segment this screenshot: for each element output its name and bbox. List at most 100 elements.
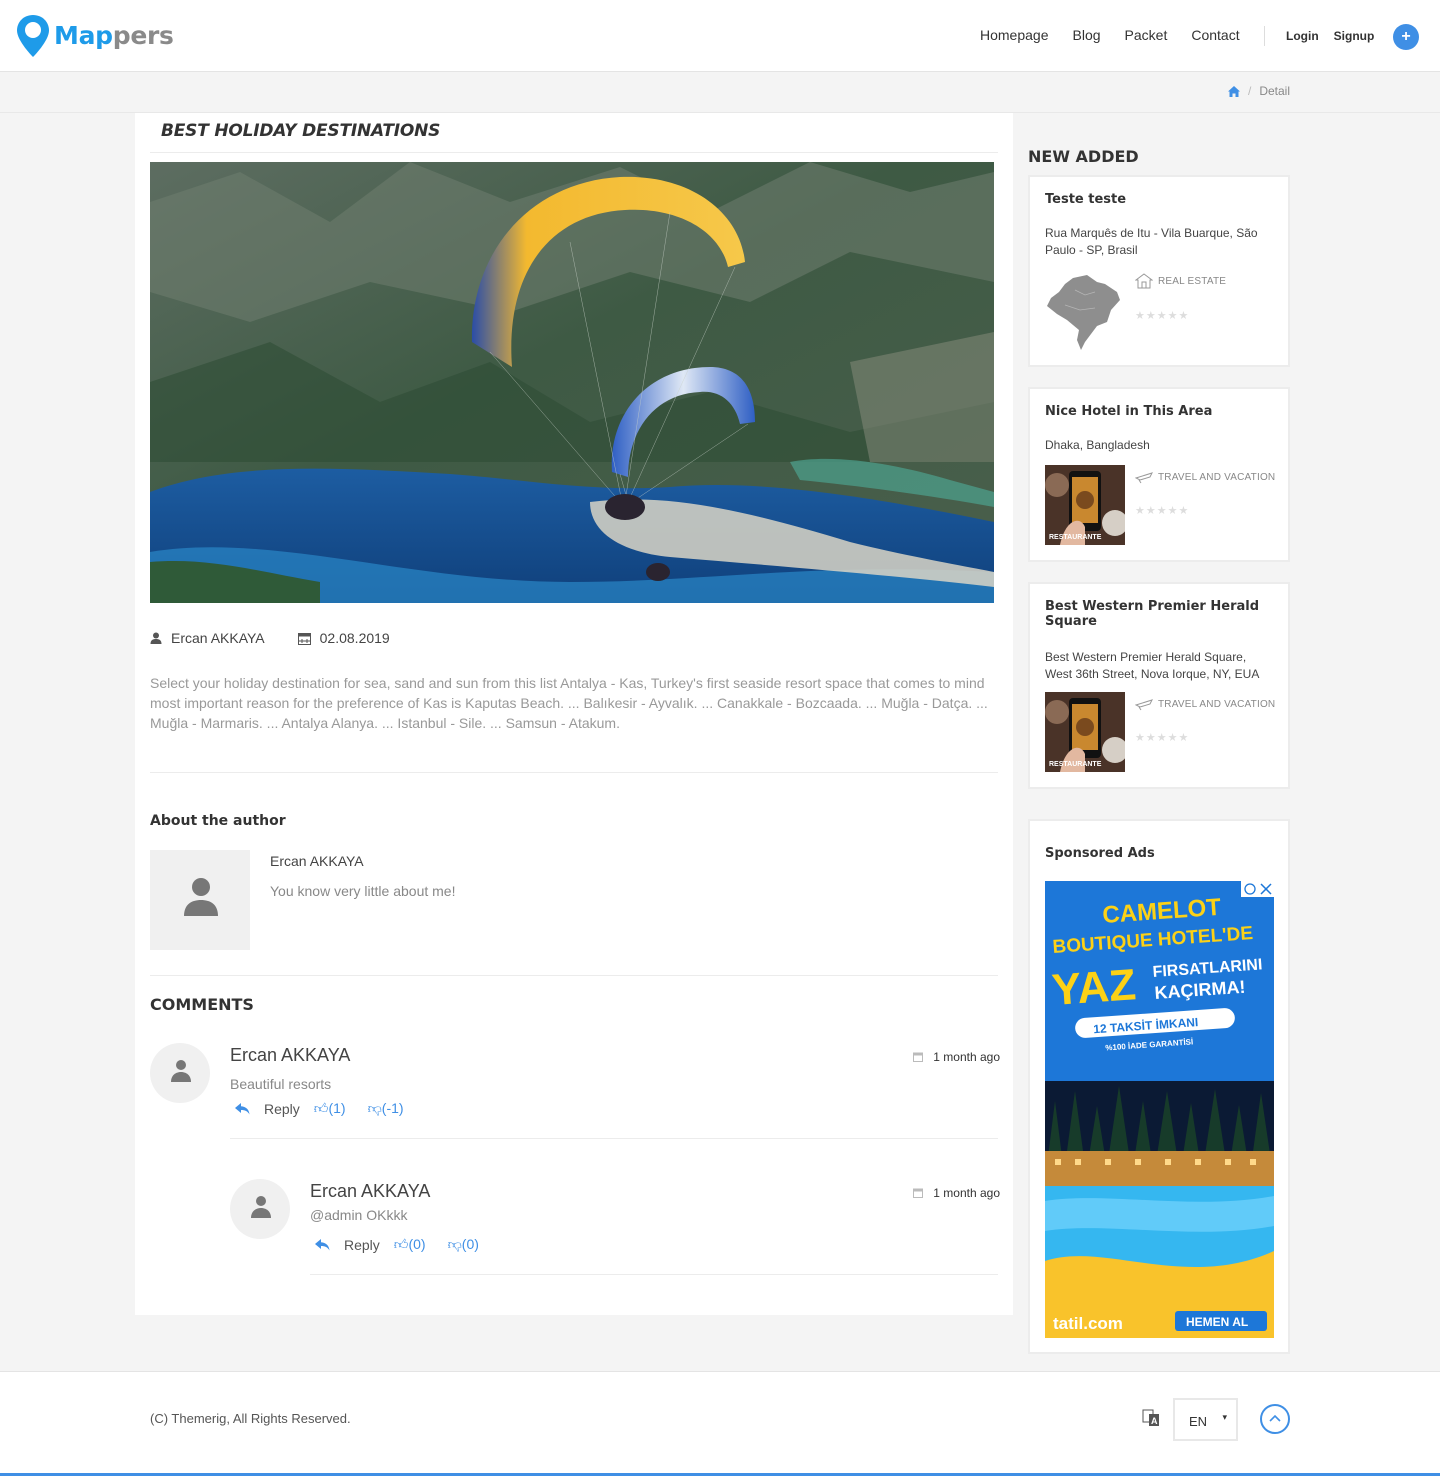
- breadcrumb: / Detail: [1227, 84, 1290, 98]
- thumb-label: RESTAURANTE: [1049, 534, 1102, 541]
- like-button[interactable]: 👍︎(0): [394, 1236, 426, 1253]
- calendar-icon: [913, 1188, 924, 1198]
- post-date: 02.08.2019: [319, 630, 390, 646]
- nav-packet[interactable]: Packet: [1125, 27, 1168, 43]
- comment-time: 1 month ago: [913, 1050, 1000, 1064]
- signup-link[interactable]: Signup: [1334, 29, 1375, 43]
- divider: [150, 772, 998, 773]
- divider: [150, 152, 998, 153]
- comments-heading: COMMENTS: [150, 995, 254, 1014]
- divider: [310, 1274, 998, 1275]
- thumb-label: RESTAURANTE: [1049, 761, 1102, 768]
- map-pin-icon: [17, 15, 49, 57]
- listing-thumbnail[interactable]: [1045, 270, 1125, 350]
- listing-card[interactable]: Nice Hotel in This Area Dhaka, Banglades…: [1028, 387, 1290, 562]
- post-body: Select your holiday destination for sea,…: [150, 675, 988, 731]
- page-title: BEST HOLIDAY DESTINATIONS: [161, 121, 441, 141]
- post-meta: Ercan AKKAYA 02.08.2019: [150, 630, 423, 646]
- comment-text: @admin OKkkk: [310, 1207, 408, 1223]
- divider: [150, 975, 998, 976]
- rating-stars: ★★★★★: [1135, 505, 1190, 517]
- commenter-avatar: [150, 1043, 210, 1103]
- page-footer: (C) Themerig, All Rights Reserved. A EN …: [0, 1371, 1440, 1476]
- nav-blog[interactable]: Blog: [1073, 27, 1101, 43]
- breadcrumb-bar: / Detail: [0, 72, 1440, 113]
- brazil-map-icon: [1047, 275, 1120, 350]
- brand-name: Mappers: [54, 20, 174, 50]
- comment-actions: Reply 👍︎(1) 👎︎(-1): [235, 1100, 426, 1117]
- thumbs-down-icon: 👎︎: [367, 1100, 382, 1116]
- svg-text:HEMEN AL: HEMEN AL: [1186, 1315, 1248, 1329]
- svg-text:A: A: [1151, 1416, 1158, 1426]
- dislike-button[interactable]: 👎︎(-1): [368, 1100, 404, 1117]
- listing-title[interactable]: Teste teste: [1045, 192, 1275, 207]
- reply-icon[interactable]: [315, 1238, 330, 1251]
- breadcrumb-current: Detail: [1259, 84, 1290, 98]
- plane-icon: [1135, 699, 1153, 711]
- like-button[interactable]: 👍︎(1): [314, 1100, 346, 1117]
- copyright-text: (C) Themerig, All Rights Reserved.: [150, 1411, 351, 1426]
- top-navbar: Mappers Homepage Blog Packet Contact Log…: [0, 0, 1440, 72]
- nav-contact[interactable]: Contact: [1191, 27, 1239, 43]
- home-icon[interactable]: [1227, 85, 1240, 97]
- rating-stars: ★★★★★: [1135, 310, 1190, 322]
- add-listing-button[interactable]: +: [1393, 24, 1419, 50]
- listing-thumbnail[interactable]: RESTAURANTE: [1045, 465, 1125, 545]
- ad-banner[interactable]: CAMELOT BOUTIQUE HOTEL'DE YAZ FIRSATLARI…: [1045, 881, 1274, 1338]
- back-to-top-button[interactable]: [1260, 1404, 1290, 1434]
- commenter-name[interactable]: Ercan AKKAYA: [230, 1045, 350, 1066]
- user-silhouette-icon: [171, 1060, 191, 1082]
- dislike-button[interactable]: 👎︎(0): [448, 1236, 479, 1253]
- login-link[interactable]: Login: [1286, 29, 1319, 43]
- restaurant-photo: RESTAURANTE: [1045, 692, 1125, 772]
- author-avatar: [150, 850, 250, 950]
- nav-homepage[interactable]: Homepage: [980, 27, 1049, 43]
- comment-time: 1 month ago: [913, 1186, 1000, 1200]
- auth-links: Login Signup: [1286, 29, 1389, 43]
- user-icon: [150, 632, 162, 644]
- brand-logo[interactable]: Mappers: [16, 14, 174, 58]
- listing-card[interactable]: Teste teste Rua Marquês de Itu - Vila Bu…: [1028, 175, 1290, 367]
- listing-address: Best Western Premier Herald Square, West…: [1045, 650, 1260, 681]
- author-name[interactable]: Ercan AKKAYA: [270, 853, 364, 869]
- listing-title[interactable]: Best Western Premier Herald Square: [1045, 599, 1275, 629]
- translate-icon: A: [1142, 1409, 1159, 1426]
- sponsored-ads-title: Sponsored Ads: [1045, 846, 1155, 861]
- house-icon: [1135, 273, 1153, 289]
- comment-text: Beautiful resorts: [230, 1076, 332, 1092]
- language-select[interactable]: EN ▾: [1173, 1398, 1238, 1441]
- calendar-icon: [297, 632, 311, 645]
- svg-text:tatil.com: tatil.com: [1053, 1314, 1123, 1333]
- post-author[interactable]: Ercan AKKAYA: [171, 630, 265, 646]
- commenter-avatar: [230, 1179, 290, 1239]
- ad-choices-icon[interactable]: [1241, 881, 1274, 897]
- listing-category: TRAVEL AND VACATION: [1135, 469, 1275, 485]
- listing-address: Dhaka, Bangladesh: [1045, 438, 1150, 452]
- listing-title[interactable]: Nice Hotel in This Area: [1045, 404, 1275, 419]
- reply-button[interactable]: Reply: [264, 1101, 300, 1117]
- thumbs-up-icon: 👍︎: [313, 1100, 329, 1116]
- svg-text:YAZ: YAZ: [1050, 960, 1137, 1015]
- comment-actions: Reply 👍︎(0) 👎︎(0): [315, 1236, 501, 1253]
- paragliding-photo: [150, 162, 994, 603]
- listing-category: TRAVEL AND VACATION: [1135, 696, 1275, 712]
- caret-down-icon: ▾: [1222, 1412, 1227, 1422]
- listing-card[interactable]: Best Western Premier Herald Square Best …: [1028, 582, 1290, 789]
- main-menu: Homepage Blog Packet Contact: [980, 27, 1264, 43]
- listing-category: REAL ESTATE: [1135, 273, 1226, 289]
- restaurant-photo: RESTAURANTE: [1045, 465, 1125, 545]
- rating-stars: ★★★★★: [1135, 732, 1190, 744]
- about-author-heading: About the author: [150, 813, 286, 829]
- post-card: BEST HOLIDAY DESTINATIONS Ercan AKKAYA 0…: [135, 113, 1013, 1315]
- chevron-up-icon: [1269, 1414, 1281, 1422]
- nav-divider: [1264, 26, 1265, 46]
- hotel-ad-image: CAMELOT BOUTIQUE HOTEL'DE YAZ FIRSATLARI…: [1045, 881, 1274, 1338]
- commenter-name[interactable]: Ercan AKKAYA: [310, 1181, 430, 1202]
- listing-thumbnail[interactable]: RESTAURANTE: [1045, 692, 1125, 772]
- reply-button[interactable]: Reply: [344, 1237, 380, 1253]
- reply-icon[interactable]: [235, 1102, 250, 1115]
- thumbs-up-icon: 👍︎: [393, 1236, 409, 1252]
- listing-address: Rua Marquês de Itu - Vila Buarque, São P…: [1045, 226, 1258, 257]
- author-bio: You know very little about me!: [270, 883, 456, 899]
- new-added-heading: NEW ADDED: [1028, 147, 1139, 166]
